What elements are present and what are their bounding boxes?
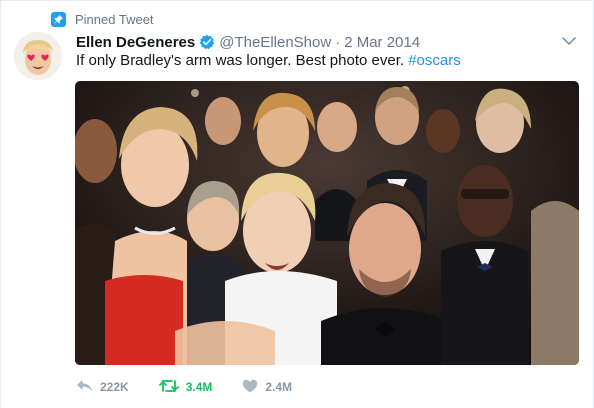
pinned-tweet-label: Pinned Tweet xyxy=(75,11,154,27)
retweet-icon xyxy=(158,379,179,396)
reply-icon xyxy=(76,379,93,396)
tweet-actions: 222K 3.4M 2.4M xyxy=(76,377,322,397)
pin-icon xyxy=(51,11,66,27)
like-button[interactable]: 2.4M xyxy=(242,379,292,396)
tweet-photo[interactable] xyxy=(75,81,579,365)
display-name[interactable]: Ellen DeGeneres xyxy=(76,34,195,51)
reply-button[interactable]: 222K xyxy=(76,379,129,396)
verified-badge-icon xyxy=(199,34,215,50)
heart-icon xyxy=(242,379,258,396)
chevron-down-icon[interactable] xyxy=(561,34,577,46)
retweet-button[interactable]: 3.4M xyxy=(158,379,213,396)
retweet-count: 3.4M xyxy=(185,380,213,394)
tweet-date[interactable]: 2 Mar 2014 xyxy=(344,34,420,51)
tweet-text: If only Bradley's arm was longer. Best p… xyxy=(76,52,461,69)
tweet-card[interactable]: Pinned Tweet Ellen DeGeneres @TheEllenSh… xyxy=(0,0,594,408)
avatar[interactable] xyxy=(14,32,62,80)
tweet-header: Ellen DeGeneres @TheEllenShow · 2 Mar 20… xyxy=(76,32,563,52)
header-separator: · xyxy=(335,33,341,51)
hashtag-link[interactable]: #oscars xyxy=(408,52,461,69)
reply-count: 222K xyxy=(100,380,129,394)
pinned-tweet-indicator: Pinned Tweet xyxy=(51,10,154,28)
username-handle[interactable]: @TheEllenShow xyxy=(219,34,331,51)
like-count: 2.4M xyxy=(265,380,293,394)
tweet-text-body: If only Bradley's arm was longer. Best p… xyxy=(76,52,409,69)
